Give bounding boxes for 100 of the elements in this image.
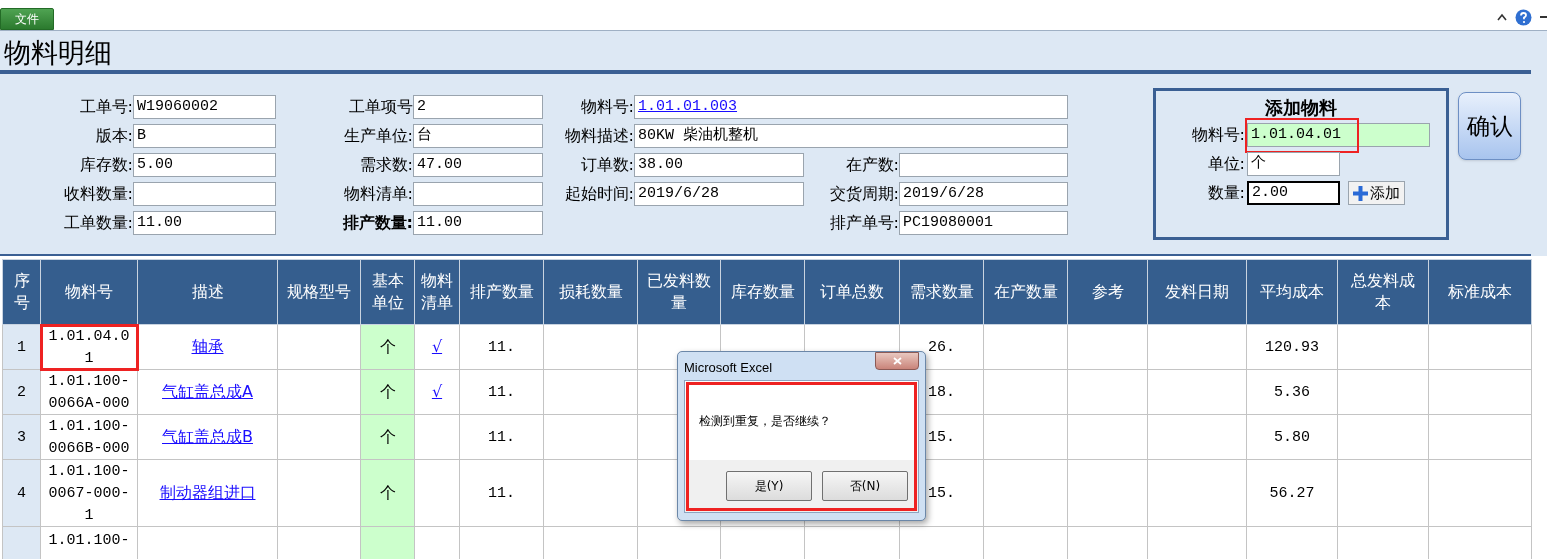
column-header: 物料号 <box>40 259 138 325</box>
unit-text: 个 <box>379 483 396 502</box>
cell-value: 3 <box>17 429 26 446</box>
field-label: 排产数量: <box>342 212 413 234</box>
cell-value: 5.80 <box>1274 429 1310 446</box>
field-value: 2 <box>417 96 426 117</box>
field-value: W19060002 <box>137 96 218 117</box>
close-button[interactable] <box>875 352 919 370</box>
cell-value: 11. <box>488 485 515 502</box>
field-label: 收料数量: <box>63 183 133 205</box>
column-header: 排产数量 <box>459 259 544 325</box>
input-field[interactable]: 38.00 <box>634 153 804 177</box>
column-header: 基本单位 <box>360 259 415 325</box>
input-field[interactable]: 2.00 <box>1247 181 1340 205</box>
column-header: 在产数量 <box>983 259 1068 325</box>
field-value: PC19080001 <box>903 212 993 233</box>
field-label: 数量: <box>1206 182 1245 204</box>
field-label: 工单数量: <box>63 212 133 234</box>
column-header: 参考 <box>1067 259 1148 325</box>
input-field[interactable]: 台 <box>413 124 543 148</box>
cell-value: 4 <box>17 485 26 502</box>
column-header: 序号 <box>2 259 41 325</box>
dialog-button[interactable]: 是(Y) <box>726 471 812 501</box>
field-label: 物料清单: <box>343 183 413 205</box>
field-label: 在产数: <box>845 154 899 176</box>
dialog-title: Microsoft Excel <box>684 359 773 378</box>
field-label: 交货周期: <box>829 183 899 205</box>
field-value: 47.00 <box>417 154 462 175</box>
field-label: 订单数: <box>580 154 634 176</box>
input-field[interactable] <box>133 182 276 206</box>
field-label: 工单项号 <box>349 96 413 118</box>
material-number: 1.01.04.01 <box>48 328 130 367</box>
material-link[interactable]: 1.01.01.003 <box>638 95 738 119</box>
column-header: 标准成本 <box>1428 259 1532 325</box>
help-icon[interactable] <box>1515 8 1532 26</box>
description-link[interactable]: 制动器组进口 <box>159 483 256 502</box>
field-value: B <box>137 125 146 146</box>
cell-value: 1 <box>17 339 26 356</box>
confirm-button[interactable]: 确认 <box>1458 92 1521 160</box>
cell-value: 56.27 <box>1269 485 1315 502</box>
field-label: 单位: <box>1206 153 1245 175</box>
unit-text: 个 <box>379 427 396 446</box>
column-header: 规格型号 <box>277 259 361 325</box>
column-header: 需求数量 <box>899 259 984 325</box>
input-field[interactable]: 2 <box>413 95 543 119</box>
field-value: 1.01.04.01 <box>1251 124 1341 145</box>
column-header: 描述 <box>137 259 278 325</box>
field-label: 排产单号: <box>829 212 899 234</box>
minimize-icon[interactable] <box>1540 15 1547 19</box>
cell-value: 15. <box>928 429 955 446</box>
close-icon <box>892 357 902 365</box>
input-field[interactable]: W19060002 <box>133 95 276 119</box>
input-field[interactable]: 2019/6/28 <box>634 182 804 206</box>
input-field[interactable]: 11.00 <box>413 211 543 235</box>
column-header: 订单总数 <box>804 259 900 325</box>
input-field[interactable] <box>413 182 543 206</box>
input-field[interactable]: 个 <box>1247 152 1340 176</box>
field-value: 2019/6/28 <box>903 183 984 204</box>
input-field[interactable]: 80KW 柴油机整机 <box>634 124 1068 148</box>
file-tab[interactable]: 文件 <box>0 8 54 30</box>
input-field[interactable] <box>899 153 1068 177</box>
column-header: 平均成本 <box>1246 259 1338 325</box>
field-value: 2019/6/28 <box>638 183 719 204</box>
input-field[interactable]: 1.01.01.003 <box>634 95 1068 119</box>
material-number: 1.01.100-0066B-000 <box>48 418 130 457</box>
cell-value: 18. <box>928 384 955 401</box>
field-value: 80KW 柴油机整机 <box>638 125 758 146</box>
field-label: 版本: <box>95 125 133 147</box>
column-header: 已发料数量 <box>637 259 721 325</box>
input-field[interactable]: B <box>133 124 276 148</box>
input-field[interactable]: 2019/6/28 <box>899 182 1068 206</box>
field-label: 需求数: <box>359 154 413 176</box>
cell-value: 15. <box>928 485 955 502</box>
description-link[interactable]: 轴承 <box>191 337 224 356</box>
material-number: 1.01.100-0067-000-1 <box>48 463 130 524</box>
input-field[interactable]: 5.00 <box>133 153 276 177</box>
field-label: 物料号: <box>580 96 634 118</box>
field-value: 11.00 <box>417 212 462 233</box>
field-label: 生产单位: <box>343 125 413 147</box>
cell-value: 26. <box>928 339 955 356</box>
input-field[interactable]: 11.00 <box>133 211 276 235</box>
add-button[interactable]: 添加 <box>1348 181 1405 205</box>
column-header: 损耗数量 <box>543 259 638 325</box>
panel-title: 添加物料 <box>1265 97 1337 119</box>
field-label: 工单号: <box>79 96 133 118</box>
input-field[interactable]: 1.01.04.01 <box>1247 123 1430 147</box>
cell-value: 120.93 <box>1265 339 1319 356</box>
caret-up-icon[interactable] <box>1497 13 1507 21</box>
input-field[interactable]: PC19080001 <box>899 211 1068 235</box>
page-title: 物料明细 <box>4 36 112 70</box>
input-field[interactable]: 47.00 <box>413 153 543 177</box>
field-value: 台 <box>417 125 432 146</box>
bom-link[interactable]: √ <box>431 337 443 356</box>
bom-link[interactable]: √ <box>431 382 443 401</box>
dialog-button[interactable]: 否(N) <box>822 471 908 501</box>
cell-value: 11. <box>488 339 515 356</box>
field-value: 11.00 <box>137 212 182 233</box>
field-label: 物料号: <box>1190 124 1245 146</box>
field-label: 物料描述: <box>564 125 634 147</box>
field-value: 38.00 <box>638 154 683 175</box>
